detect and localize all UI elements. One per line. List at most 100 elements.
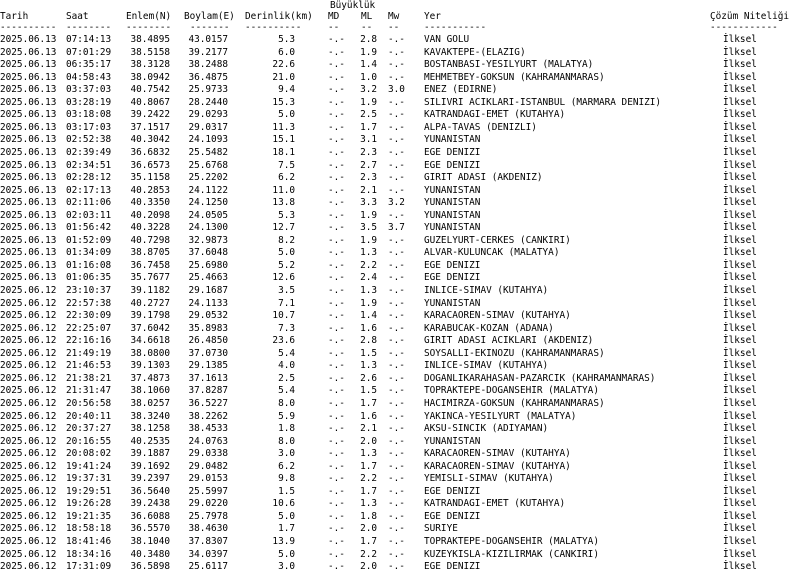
cell-ml: 1.3 bbox=[360, 247, 377, 259]
cell-date: 2025.06.12 bbox=[0, 460, 57, 472]
cell-longitude: 25.6980 bbox=[188, 259, 228, 271]
cell-depth: 3.5 bbox=[278, 285, 295, 296]
cell-mw: -.- bbox=[388, 561, 405, 573]
cell-latitude: 36.7458 bbox=[130, 259, 170, 271]
cell-location: YUNANISTAN bbox=[424, 197, 481, 209]
cell-depth: 5.9 bbox=[278, 410, 295, 422]
cell-depth: 15.3 bbox=[272, 96, 295, 108]
cell-time: 01:56:42 bbox=[66, 222, 112, 234]
cell-location: KARACAOREN-SIMAV (KUTAHYA) bbox=[424, 310, 571, 322]
cell-location: GIRIT ADASI ACIKLARI (AKDENIZ) bbox=[424, 335, 594, 347]
cell-location: BOSTANBASI-YESILYURT (MALATYA) bbox=[424, 59, 594, 71]
cell-longitude: 29.0317 bbox=[188, 121, 228, 133]
cell-latitude: 36.5640 bbox=[130, 485, 170, 497]
cell-depth: 9.4 bbox=[278, 84, 295, 96]
cell-md: -.- bbox=[328, 197, 345, 209]
table-row: 2025.06.12 20:16:55 40.2535 24.0763 8.0 -.- 2.… bbox=[0, 436, 800, 448]
cell-location: YAKINCA-YESILYURT (MALATYA) bbox=[424, 410, 577, 422]
cell-ml: 1.6 bbox=[360, 410, 377, 422]
table-row: 2025.06.12 19:41:24 39.1692 29.0482 6.2 -.- 1.… bbox=[0, 461, 800, 473]
cell-depth: 8.0 bbox=[278, 397, 295, 409]
table-row: 2025.06.13 02:03:11 40.2098 24.0505 5.3 -.- 1.… bbox=[0, 210, 800, 222]
cell-md: -.- bbox=[328, 548, 345, 560]
cell-ml: 3.2 bbox=[360, 84, 377, 96]
cell-mw: -.- bbox=[388, 46, 405, 58]
table-row: 2025.06.13 02:11:06 40.3350 24.1250 13.8 -.- 3… bbox=[0, 197, 800, 209]
cell-time: 21:46:53 bbox=[66, 360, 112, 372]
cell-quality: İlksel bbox=[723, 397, 757, 409]
table-row: 2025.06.13 03:28:19 40.8067 28.2440 15.3 -.- 1… bbox=[0, 97, 800, 109]
cell-date: 2025.06.12 bbox=[0, 548, 57, 560]
cell-depth: 5.0 bbox=[278, 510, 295, 522]
cell-depth: 5.4 bbox=[278, 347, 295, 359]
cell-mw: -.- bbox=[388, 322, 405, 334]
cell-ml: 2.0 bbox=[360, 523, 377, 535]
cell-ml: 1.9 bbox=[360, 209, 377, 221]
cell-quality: İlksel bbox=[723, 209, 757, 221]
cell-location: KAVAKTEPE-(ELAZIG) bbox=[424, 46, 526, 58]
cell-date: 2025.06.13 bbox=[0, 84, 57, 96]
cell-longitude: 29.1687 bbox=[188, 285, 228, 296]
cell-longitude: 25.7978 bbox=[188, 510, 228, 522]
cell-quality: İlksel bbox=[723, 46, 757, 58]
separator-md: -- bbox=[328, 22, 340, 33]
cell-time: 18:58:18 bbox=[66, 523, 112, 535]
cell-quality: İlksel bbox=[723, 34, 757, 45]
cell-mw: -.- bbox=[388, 159, 405, 171]
cell-ml: 1.3 bbox=[360, 448, 377, 460]
cell-mw: 3.2 bbox=[388, 197, 405, 209]
cell-md: -.- bbox=[328, 34, 345, 45]
cell-date: 2025.06.13 bbox=[0, 159, 57, 171]
cell-md: -.- bbox=[328, 259, 345, 271]
cell-mw: 3.7 bbox=[388, 222, 405, 234]
cell-time: 02:03:11 bbox=[66, 209, 112, 221]
cell-latitude: 38.4895 bbox=[130, 34, 170, 45]
cell-time: 19:26:28 bbox=[66, 498, 112, 510]
cell-time: 17:31:09 bbox=[66, 561, 112, 573]
cell-depth: 12.6 bbox=[272, 272, 295, 284]
cell-time: 20:40:11 bbox=[66, 410, 112, 422]
cell-location: EGE DENIZI bbox=[424, 272, 481, 284]
cell-mw: -.- bbox=[388, 121, 405, 133]
cell-ml: 2.1 bbox=[360, 184, 377, 196]
cell-depth: 18.1 bbox=[272, 146, 295, 158]
cell-md: -.- bbox=[328, 310, 345, 322]
cell-mw: -.- bbox=[388, 109, 405, 121]
separator-location: ----------- bbox=[424, 22, 487, 33]
cell-date: 2025.06.12 bbox=[0, 536, 57, 547]
cell-date: 2025.06.13 bbox=[0, 234, 57, 246]
cell-longitude: 24.1122 bbox=[188, 184, 228, 196]
cell-date: 2025.06.13 bbox=[0, 46, 57, 58]
cell-latitude: 38.1040 bbox=[130, 536, 170, 547]
table-row: 2025.06.13 02:28:12 35.1158 25.2202 6.2 -.- 2.… bbox=[0, 172, 800, 184]
cell-longitude: 29.0532 bbox=[188, 310, 228, 322]
cell-depth: 1.8 bbox=[278, 423, 295, 435]
table-row: 2025.06.12 20:40:11 38.3240 38.2262 5.9 -.- 1.… bbox=[0, 411, 800, 423]
cell-depth: 5.0 bbox=[278, 109, 295, 121]
cell-date: 2025.06.12 bbox=[0, 423, 57, 435]
cell-date: 2025.06.12 bbox=[0, 448, 57, 460]
cell-date: 2025.06.13 bbox=[0, 184, 57, 196]
cell-latitude: 40.3350 bbox=[130, 197, 170, 209]
cell-date: 2025.06.13 bbox=[0, 59, 57, 71]
cell-time: 19:41:24 bbox=[66, 460, 112, 472]
cell-latitude: 40.7298 bbox=[130, 234, 170, 246]
table-row: 2025.06.12 21:38:21 37.4873 37.1613 2.5 -.- 2.… bbox=[0, 373, 800, 385]
cell-mw: -.- bbox=[388, 473, 405, 485]
cell-location: SILIVRI ACIKLARI-ISTANBUL (MARMARA DENIZ… bbox=[424, 96, 662, 108]
cell-quality: İlksel bbox=[723, 96, 757, 108]
cell-md: -.- bbox=[328, 272, 345, 284]
table-row: 2025.06.12 18:34:16 40.3480 34.0397 5.0 -.- 2.… bbox=[0, 549, 800, 561]
table-row: 2025.06.12 22:16:16 34.6618 26.4850 23.6 -.- 2… bbox=[0, 335, 800, 347]
cell-location: YUNANISTAN bbox=[424, 297, 481, 309]
cell-time: 22:30:09 bbox=[66, 310, 112, 322]
cell-md: -.- bbox=[328, 96, 345, 108]
cell-latitude: 39.1303 bbox=[130, 360, 170, 372]
separator-date: ---------- bbox=[0, 22, 57, 33]
table-row: 2025.06.13 01:16:08 36.7458 25.6980 5.2 -.- 2.… bbox=[0, 260, 800, 272]
cell-mw: -.- bbox=[388, 310, 405, 322]
cell-date: 2025.06.12 bbox=[0, 410, 57, 422]
cell-date: 2025.06.12 bbox=[0, 347, 57, 359]
cell-md: -.- bbox=[328, 473, 345, 485]
cell-longitude: 25.5997 bbox=[188, 485, 228, 497]
